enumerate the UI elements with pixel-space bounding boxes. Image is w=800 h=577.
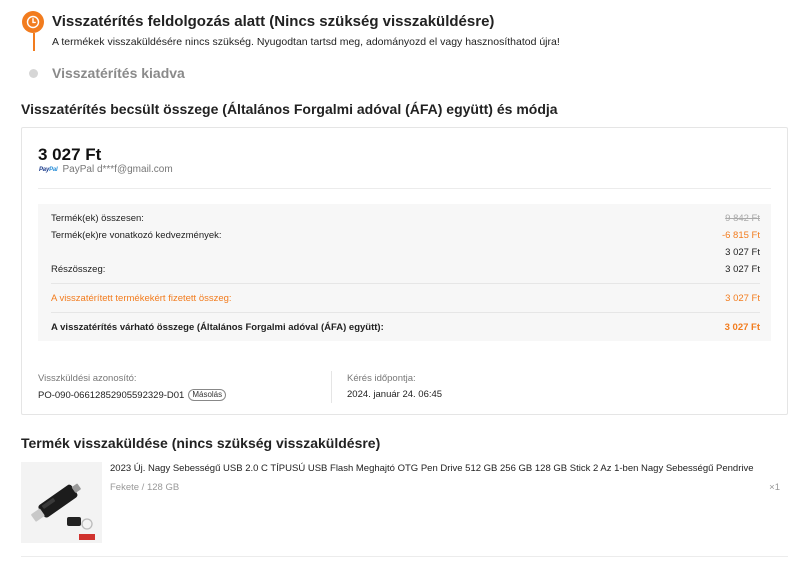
refund-status-timeline: Visszatérítés feldolgozás alatt (Nincs s… bbox=[0, 0, 800, 92]
price-breakdown: Termék(ek) összesen: 9 842 Ft Termék(ek)… bbox=[38, 204, 771, 341]
return-id-label: Visszküldési azonosító: bbox=[38, 373, 137, 384]
timeline-step-title: Visszatérítés feldolgozás alatt (Nincs s… bbox=[52, 13, 495, 30]
refund-summary-card: 3 027 Ft PayPal PayPal d***f@gmail.com T… bbox=[21, 127, 788, 415]
paid-value: 3 027 Ft bbox=[725, 292, 760, 304]
refund-clock-icon bbox=[22, 11, 44, 33]
divider bbox=[38, 188, 771, 189]
breakdown-row-products-total: Termék(ek) összesen: 9 842 Ft bbox=[51, 212, 760, 224]
usb-flash-drive-image[interactable] bbox=[21, 462, 102, 543]
divider bbox=[21, 556, 788, 557]
copy-button[interactable]: Másolás bbox=[188, 389, 227, 401]
timeline-connector bbox=[33, 33, 35, 51]
breakdown-row-subtotal: Részösszeg: 3 027 Ft bbox=[51, 263, 760, 275]
discount-value: -6 815 Ft bbox=[721, 229, 760, 241]
refund-section-title: Visszatérítés becsült összege (Általános… bbox=[21, 101, 558, 117]
breakdown-row-discount: Termék(ek)re vonatkozó kedvezmények: -6 … bbox=[51, 229, 760, 241]
timeline-step-title-pending: Visszatérítés kiadva bbox=[52, 65, 185, 81]
original-price: 9 842 Ft bbox=[725, 212, 760, 224]
returned-product-item[interactable]: 2023 Új. Nagy Sebességű USB 2.0 C TÍPUSÚ… bbox=[21, 460, 788, 544]
after-discount-value: 3 027 Ft bbox=[725, 246, 760, 258]
product-name[interactable]: 2023 Új. Nagy Sebességű USB 2.0 C TÍPUSÚ… bbox=[110, 463, 754, 474]
request-time-value: 2024. január 24. 06:45 bbox=[347, 389, 443, 400]
divider bbox=[331, 371, 332, 403]
expected-refund-value: 3 027 Ft bbox=[724, 321, 760, 333]
breakdown-row-paid: A visszatérített termékekért fizetett ös… bbox=[51, 292, 760, 304]
payment-method: PayPal PayPal d***f@gmail.com bbox=[39, 164, 173, 175]
request-time-label: Kérés időpontja: bbox=[347, 373, 416, 384]
product-quantity: ×1 bbox=[769, 482, 780, 493]
breakdown-row-expected: A visszatérítés várható összege (Általán… bbox=[51, 321, 760, 333]
subtotal-value: 3 027 Ft bbox=[725, 263, 760, 275]
paypal-logo-icon: PayPal bbox=[39, 166, 58, 173]
product-variant: Fekete / 128 GB bbox=[110, 482, 180, 493]
return-id-value: PO-090-06612852905592329-D01 bbox=[38, 389, 185, 401]
timeline-step-description: A termékek visszaküldésére nincs szükség… bbox=[52, 36, 560, 48]
timeline-pending-dot bbox=[29, 69, 38, 78]
divider bbox=[51, 283, 760, 284]
payment-account: PayPal d***f@gmail.com bbox=[62, 164, 173, 175]
return-id: PO-090-06612852905592329-D01 Másolás bbox=[38, 389, 227, 401]
breakdown-row-after-discount: 3 027 Ft bbox=[51, 245, 760, 259]
refund-amount: 3 027 Ft bbox=[38, 145, 102, 164]
product-section-title: Termék visszaküldése (nincs szükség viss… bbox=[21, 435, 381, 451]
divider bbox=[51, 312, 760, 313]
